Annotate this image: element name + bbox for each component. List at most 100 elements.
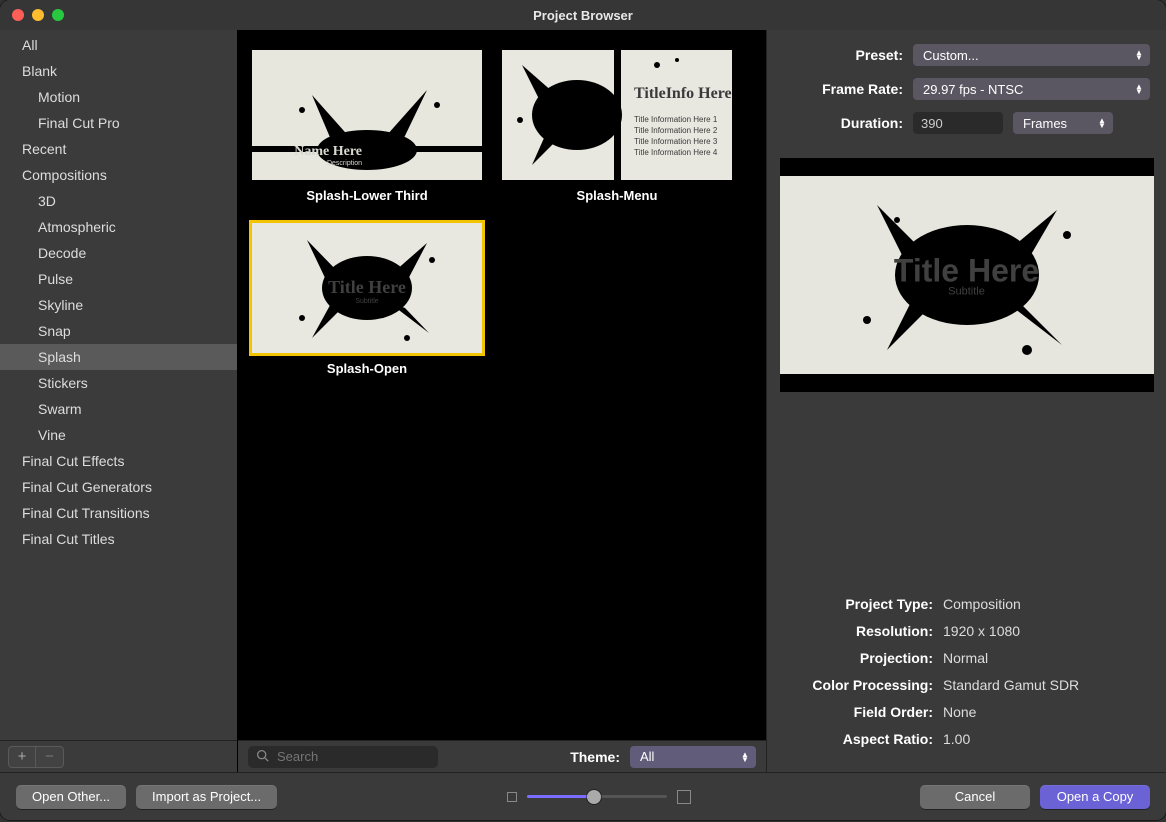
sidebar-item-final-cut-effects[interactable]: Final Cut Effects: [0, 448, 237, 474]
sidebar-item-decode[interactable]: Decode: [0, 240, 237, 266]
open-other-button[interactable]: Open Other...: [16, 785, 126, 809]
svg-text:Title Information Here 2: Title Information Here 2: [634, 126, 718, 135]
chevron-updown-icon: ▲▼: [738, 752, 752, 762]
preset-select[interactable]: Custom... ▲▼: [913, 44, 1150, 66]
sidebar-item-swarm[interactable]: Swarm: [0, 396, 237, 422]
window-controls: [0, 9, 64, 21]
inspector-panel: Preset: Custom... ▲▼ Frame Rate: 29.97 f…: [767, 30, 1166, 772]
cancel-button[interactable]: Cancel: [920, 785, 1030, 809]
info-row: Resolution:1920 x 1080: [783, 617, 1150, 644]
thumbnail-splash-menu[interactable]: TitleInfo Here Title Information Here 1 T…: [492, 50, 742, 203]
duration-row: Duration: Frames ▲▼: [783, 112, 1150, 134]
search-input[interactable]: [275, 748, 430, 765]
content-grid: Name Here Description Splash-Lower Third…: [238, 30, 767, 772]
thumb-image[interactable]: Name Here Description: [252, 50, 482, 180]
info-key: Color Processing:: [783, 677, 943, 693]
preset-row: Preset: Custom... ▲▼: [783, 44, 1150, 66]
open-copy-button[interactable]: Open a Copy: [1040, 785, 1150, 809]
svg-text:Description: Description: [327, 160, 362, 167]
thumbnail-splash-lower-third[interactable]: Name Here Description Splash-Lower Third: [242, 50, 492, 203]
sidebar-item-all[interactable]: All: [0, 32, 237, 58]
sidebar-item-skyline[interactable]: Skyline: [0, 292, 237, 318]
duration-unit-value: Frames: [1023, 116, 1067, 131]
sidebar-item-final-cut-titles[interactable]: Final Cut Titles: [0, 526, 237, 552]
sidebar-footer: + −: [0, 740, 237, 772]
info-key: Field Order:: [783, 704, 943, 720]
sidebar-item-pulse[interactable]: Pulse: [0, 266, 237, 292]
import-as-project-button[interactable]: Import as Project...: [136, 785, 277, 809]
maximize-icon[interactable]: [52, 9, 64, 21]
thumbnail-splash-open[interactable]: Title Here Subtitle Splash-Open: [242, 223, 492, 376]
remove-button[interactable]: −: [36, 746, 64, 768]
close-icon[interactable]: [12, 9, 24, 21]
info-key: Projection:: [783, 650, 943, 666]
window-title: Project Browser: [0, 8, 1166, 23]
sidebar-item-recent[interactable]: Recent: [0, 136, 237, 162]
bottom-bar: Open Other... Import as Project... Cance…: [0, 772, 1166, 820]
sidebar-item-snap[interactable]: Snap: [0, 318, 237, 344]
info-value: Composition: [943, 596, 1021, 612]
info-value: None: [943, 704, 976, 720]
preview-title-text: Title Here: [867, 253, 1067, 290]
info-value: 1920 x 1080: [943, 623, 1020, 639]
theme-label: Theme:: [570, 749, 620, 765]
minimize-icon[interactable]: [32, 9, 44, 21]
sidebar-item-3d[interactable]: 3D: [0, 188, 237, 214]
thumb-image[interactable]: TitleInfo Here Title Information Here 1 T…: [502, 50, 732, 180]
sidebar: AllBlankMotionFinal Cut ProRecentComposi…: [0, 30, 238, 772]
project-info: Project Type:CompositionResolution:1920 …: [783, 590, 1150, 772]
small-thumb-icon: [507, 792, 517, 802]
framerate-select[interactable]: 29.97 fps - NTSC ▲▼: [913, 78, 1150, 100]
project-browser-window: Project Browser AllBlankMotionFinal Cut …: [0, 0, 1166, 820]
grid-footer: Theme: All ▲▼: [238, 740, 766, 772]
duration-input[interactable]: [913, 112, 1003, 134]
sidebar-item-vine[interactable]: Vine: [0, 422, 237, 448]
info-row: Aspect Ratio:1.00: [783, 725, 1150, 752]
chevron-updown-icon: ▲▼: [1095, 118, 1109, 128]
preset-label: Preset:: [783, 47, 913, 63]
sidebar-item-splash[interactable]: Splash: [0, 344, 237, 370]
main-area: AllBlankMotionFinal Cut ProRecentComposi…: [0, 30, 1166, 772]
theme-select[interactable]: All ▲▼: [630, 746, 756, 768]
large-thumb-icon: [677, 790, 691, 804]
duration-label: Duration:: [783, 115, 913, 131]
add-button[interactable]: +: [8, 746, 36, 768]
info-row: Projection:Normal: [783, 644, 1150, 671]
chevron-updown-icon: ▲▼: [1132, 50, 1146, 60]
theme-value: All: [640, 749, 654, 764]
search-field[interactable]: [248, 746, 438, 768]
slider-track[interactable]: [527, 795, 667, 798]
sidebar-item-final-cut-transitions[interactable]: Final Cut Transitions: [0, 500, 237, 526]
info-row: Project Type:Composition: [783, 590, 1150, 617]
sidebar-item-blank[interactable]: Blank: [0, 58, 237, 84]
info-row: Field Order:None: [783, 698, 1150, 725]
sidebar-item-motion[interactable]: Motion: [0, 84, 237, 110]
svg-text:TitleInfo Here: TitleInfo Here: [634, 85, 732, 102]
svg-text:Title Information Here 3: Title Information Here 3: [634, 137, 718, 146]
svg-text:Title Here: Title Here: [328, 277, 406, 297]
duration-unit-select[interactable]: Frames ▲▼: [1013, 112, 1113, 134]
svg-text:Title Information Here 1: Title Information Here 1: [634, 115, 718, 124]
thumbnail-size-slider[interactable]: [507, 790, 691, 804]
preview-thumbnail: Title Here Subtitle: [780, 158, 1154, 392]
svg-text:Name Here: Name Here: [294, 144, 362, 159]
info-key: Project Type:: [783, 596, 943, 612]
svg-text:Title Information Here 4: Title Information Here 4: [634, 148, 718, 157]
search-icon: [256, 749, 269, 765]
thumb-label: Splash-Lower Third: [242, 188, 492, 203]
thumb-image[interactable]: Title Here Subtitle: [252, 223, 482, 353]
preset-value: Custom...: [923, 48, 979, 63]
sidebar-item-final-cut-generators[interactable]: Final Cut Generators: [0, 474, 237, 500]
sidebar-item-compositions[interactable]: Compositions: [0, 162, 237, 188]
framerate-row: Frame Rate: 29.97 fps - NTSC ▲▼: [783, 78, 1150, 100]
thumb-label: Splash-Menu: [492, 188, 742, 203]
slider-knob[interactable]: [587, 790, 601, 804]
titlebar: Project Browser: [0, 0, 1166, 30]
sidebar-item-stickers[interactable]: Stickers: [0, 370, 237, 396]
sidebar-item-final-cut-pro[interactable]: Final Cut Pro: [0, 110, 237, 136]
info-key: Aspect Ratio:: [783, 731, 943, 747]
sidebar-item-atmospheric[interactable]: Atmospheric: [0, 214, 237, 240]
chevron-updown-icon: ▲▼: [1132, 84, 1146, 94]
thumb-label: Splash-Open: [242, 361, 492, 376]
sidebar-list: AllBlankMotionFinal Cut ProRecentComposi…: [0, 30, 237, 740]
